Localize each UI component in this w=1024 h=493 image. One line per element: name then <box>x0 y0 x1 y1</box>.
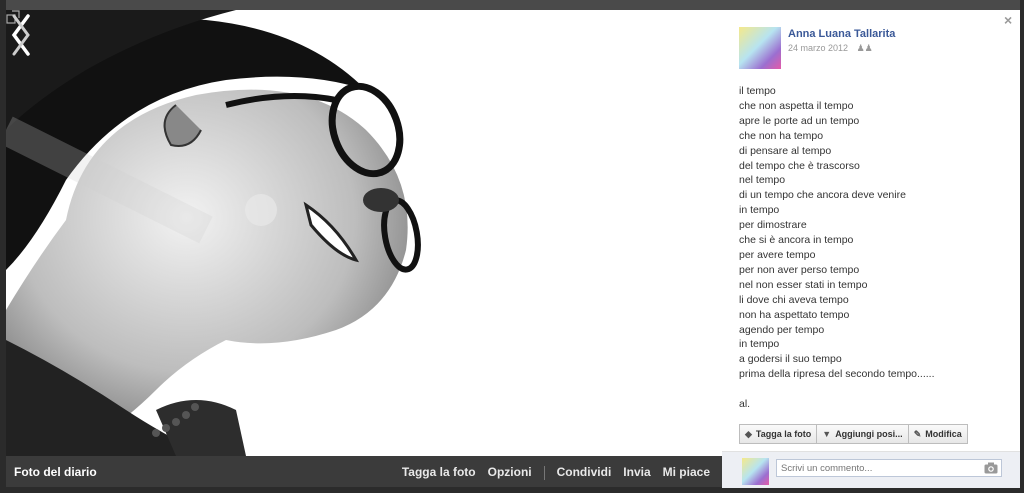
caption-line: apre le porte ad un tempo <box>739 114 860 127</box>
camera-icon[interactable] <box>984 462 998 474</box>
photo-sidebar: × Anna Luana Tallarita 24 marzo 2012 ♟♟ … <box>722 10 1020 488</box>
audience-friends-icon[interactable]: ♟♟ <box>857 43 873 54</box>
caption-line: non ha aspettato tempo <box>739 308 850 321</box>
caption-line: di pensare al tempo <box>739 144 832 157</box>
add-location-button-label: Aggiungi posi... <box>835 429 903 439</box>
add-location-button[interactable]: ▼ Aggiungi posi... <box>816 424 909 444</box>
share-link[interactable]: Condividi <box>557 465 612 479</box>
post-date-text[interactable]: 24 marzo 2012 <box>788 43 848 53</box>
caption-line <box>739 382 1009 397</box>
caption-line: per dimostrare <box>739 219 807 232</box>
comment-input[interactable] <box>776 459 1002 477</box>
photo-actions: Tagga la foto Opzioni Condividi Invia Mi… <box>390 465 710 480</box>
divider <box>543 466 545 480</box>
caption-line: prima della ripresa del secondo tempo...… <box>739 368 935 381</box>
caption-line: li dove chi aveva tempo <box>739 293 849 306</box>
photo-buttons: ◆ Tagga la foto ▼ Aggiungi posi... ✎ Mod… <box>739 424 968 444</box>
photo-stage[interactable] <box>6 10 722 456</box>
author-name[interactable]: Anna Luana Tallarita <box>788 28 895 40</box>
like-link[interactable]: Mi piace <box>663 465 710 479</box>
tag-photo-link[interactable]: Tagga la foto <box>402 465 476 479</box>
caption-line: che non aspetta il tempo <box>739 99 854 112</box>
caption-line: del tempo che è trascorso <box>739 159 860 172</box>
pencil-icon: ✎ <box>913 428 922 439</box>
background-right <box>1020 0 1024 493</box>
close-icon[interactable]: × <box>1004 12 1012 28</box>
edit-button-label: Modifica <box>925 429 962 439</box>
edit-button[interactable]: ✎ Modifica <box>907 424 968 444</box>
caption-line: che si è ancora in tempo <box>739 234 854 247</box>
caption-line: agendo per tempo <box>739 323 825 336</box>
caption-line: per non aver perso tempo <box>739 263 860 276</box>
comment-area <box>722 451 1020 488</box>
caption-line: che non ha tempo <box>739 129 824 142</box>
caption-line: in tempo <box>739 204 780 217</box>
author-avatar[interactable] <box>739 27 781 69</box>
tag-photo-button[interactable]: ◆ Tagga la foto <box>739 424 818 444</box>
caption-line: nel tempo <box>739 174 786 187</box>
caption-line: al. <box>739 398 751 411</box>
options-link[interactable]: Opzioni <box>488 465 532 479</box>
caption-line: a godersi il suo tempo <box>739 353 842 366</box>
caption-line: di un tempo che ancora deve venire <box>739 189 906 202</box>
send-link[interactable]: Invia <box>623 465 650 479</box>
commenter-avatar <box>742 458 769 485</box>
caption-line: in tempo <box>739 338 780 351</box>
photo-caption: il tempo che non aspetta il tempo apre le … <box>739 84 1009 412</box>
caption-line: per avere tempo <box>739 248 816 261</box>
tag-icon: ◆ <box>745 428 752 439</box>
tag-photo-button-label: Tagga la foto <box>755 429 812 439</box>
photo-action-bar: Foto del diario Tagga la foto Opzioni Co… <box>6 456 722 487</box>
location-pin-icon: ▼ <box>822 429 832 439</box>
background-top <box>0 0 1024 10</box>
photo <box>6 10 722 456</box>
post-date: 24 marzo 2012 ♟♟ <box>788 43 873 54</box>
caption-line: nel non esser stati in tempo <box>739 278 868 291</box>
caption-line: il tempo <box>739 85 776 97</box>
album-link[interactable]: Foto del diario <box>14 465 97 479</box>
next-photo-arrow-icon[interactable] <box>6 10 36 60</box>
